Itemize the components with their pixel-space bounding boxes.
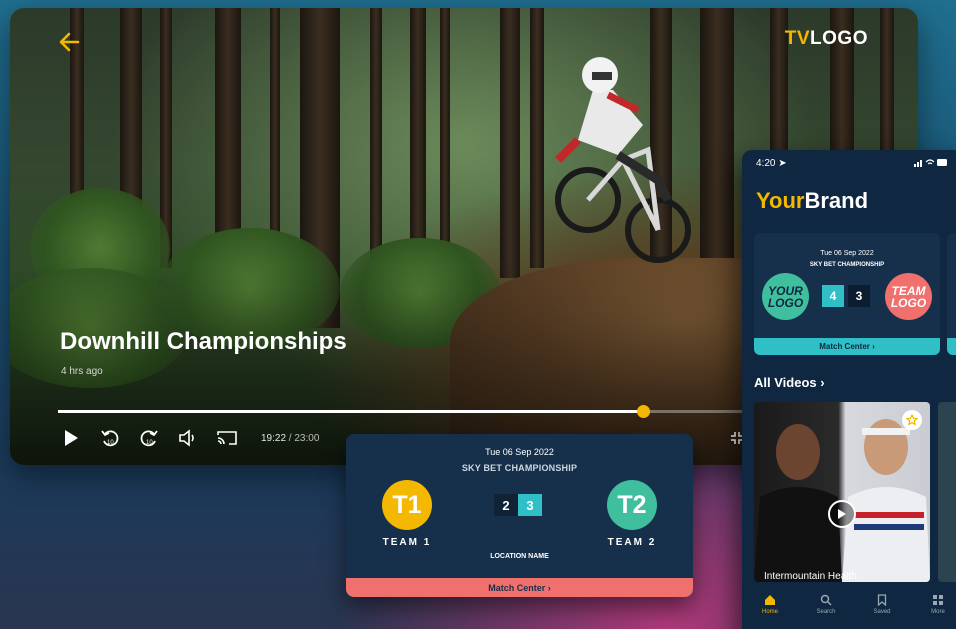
next-match-card-peek[interactable]	[947, 233, 956, 355]
home-icon	[765, 595, 775, 605]
bookmark-icon	[877, 594, 887, 606]
mobile-away-score: 3	[848, 285, 870, 307]
mobile-score-box: 4 3	[822, 285, 874, 307]
play-icon[interactable]	[828, 500, 856, 528]
progress-fill	[58, 410, 643, 413]
location-arrow-icon: ➤	[778, 158, 787, 169]
bottom-tab-bar: Home Search Saved More	[742, 586, 956, 629]
search-icon	[820, 594, 832, 606]
grid-icon	[933, 595, 943, 605]
your-logo-badge: YOUR LOGO	[762, 273, 809, 320]
mobile-competition-name: SKY BET CHAMPIONSHIP	[809, 262, 885, 268]
time-display: 19:22 / 23:00	[261, 432, 320, 444]
rugby-players-image	[754, 419, 930, 582]
mobile-match-card[interactable]: Tue 06 Sep 2022 SKY BET CHAMPIONSHIP YOU…	[754, 233, 940, 355]
cast-icon[interactable]	[216, 427, 238, 449]
mobile-match-center-button[interactable]: Match Center ›	[754, 338, 940, 355]
video-title: Downhill Championships	[60, 328, 347, 355]
match-center-button[interactable]: Match Center ›	[346, 578, 693, 597]
volume-icon[interactable]	[177, 427, 199, 449]
location-name: LOCATION NAME	[490, 553, 549, 560]
jersey-sponsor-text: Intermountain Health	[764, 571, 857, 582]
svg-text:10: 10	[107, 440, 114, 446]
rewind-10-icon[interactable]: 10	[99, 427, 121, 449]
mountain-biker-image	[555, 57, 691, 263]
team-logo-badge: TEAM LOGO	[885, 273, 932, 320]
away-team-badge: T2	[607, 480, 657, 530]
progress-scrubber[interactable]	[636, 405, 650, 418]
tab-saved[interactable]: Saved	[854, 586, 910, 629]
all-videos-link[interactable]: All Videos ›	[754, 375, 825, 390]
match-date: Tue 06 Sep 2022	[485, 447, 554, 457]
video-thumbnail[interactable]: Intermountain Health	[754, 402, 930, 582]
mobile-match-date: Tue 06 Sep 2022	[820, 250, 874, 257]
status-time: 4:20	[756, 158, 776, 169]
app-brand-logo: YourBrand	[756, 188, 869, 213]
chevron-right-icon: ›	[820, 375, 825, 390]
mobile-app-mockup: 4:20 ➤ YourBrand Tue 06 Sep 2022 SKY BET…	[742, 150, 956, 629]
play-icon[interactable]	[60, 427, 82, 449]
signal-wifi-battery-icons	[914, 158, 948, 170]
posted-time: 4 hrs ago	[61, 366, 103, 377]
status-bar: 4:20 ➤	[756, 158, 948, 170]
next-video-thumbnail-peek[interactable]	[938, 402, 956, 582]
home-team-name: TEAM 1	[382, 537, 432, 548]
match-score-card: Tue 06 Sep 2022 SKY BET CHAMPIONSHIP T1 …	[346, 434, 693, 597]
tab-more[interactable]: More	[910, 586, 956, 629]
away-score: 3	[518, 494, 542, 516]
mobile-home-score: 4	[822, 285, 844, 307]
competition-name: SKY BET CHAMPIONSHIP	[461, 463, 578, 473]
back-arrow-icon[interactable]	[56, 28, 84, 56]
tab-home[interactable]: Home	[742, 586, 798, 629]
forward-10-icon[interactable]: 10	[138, 427, 160, 449]
score-box: 2 3	[494, 494, 542, 516]
away-team-name: TEAM 2	[607, 537, 657, 548]
star-icon[interactable]	[902, 410, 922, 430]
tv-logo: TVLOGO	[784, 28, 868, 49]
playback-controls: 10 10 19:22 / 23:00	[60, 426, 319, 450]
tab-search[interactable]: Search	[798, 586, 854, 629]
home-score: 2	[494, 494, 518, 516]
home-team-badge: T1	[382, 480, 432, 530]
svg-text:10: 10	[146, 440, 153, 446]
